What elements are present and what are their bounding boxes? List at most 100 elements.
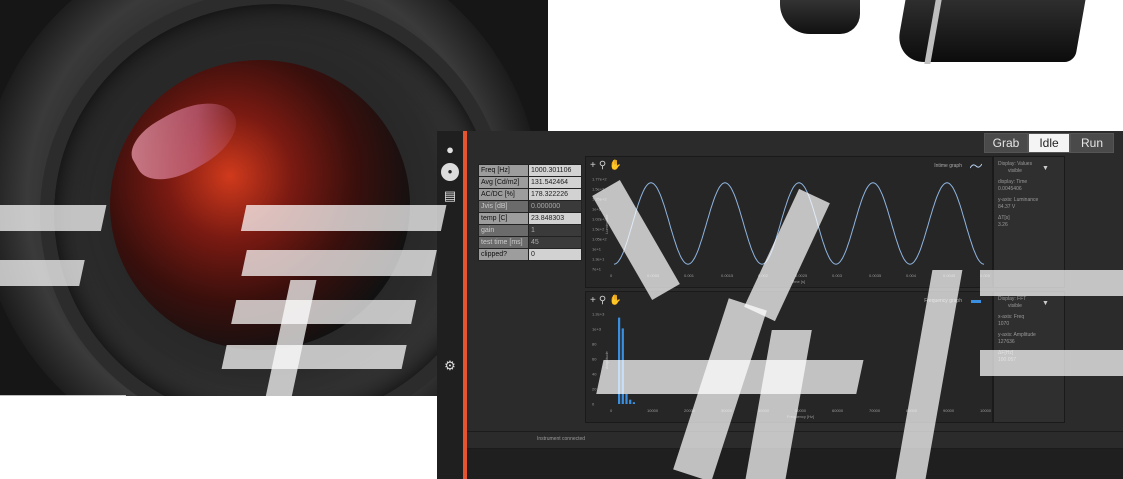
x-tick-label: 90000 <box>943 408 955 413</box>
table-row: Freq [Hz] 1000.301106 <box>478 164 582 177</box>
bottom-area <box>467 449 1123 479</box>
x-tick-label: 30000 <box>721 408 733 413</box>
camera-photo <box>770 0 1086 72</box>
spectrum-bar <box>621 328 624 404</box>
time-graph[interactable]: +⚲✋ Intime graph 1.77e+2 1.5e+2 1.25e+2 1e+… <box>585 156 993 288</box>
y-tick-label: 1.5e+2 <box>592 187 605 192</box>
measurement-label: temp [C] <box>478 212 529 225</box>
status-text: Instrument connected <box>537 436 586 442</box>
y-axis-label: Amplitude <box>604 350 609 369</box>
x-tick-label: 70000 <box>869 408 881 413</box>
lens-glass <box>110 60 410 350</box>
x-tick-label: 0.003 <box>832 273 843 278</box>
x-tick-label: 0.0025 <box>795 273 808 278</box>
idle-button[interactable]: Idle <box>1028 133 1070 153</box>
gear-icon[interactable]: ⚙ <box>441 357 459 375</box>
x-tick-label: 0.004 <box>906 273 917 278</box>
measurement-value: 45 <box>528 236 582 249</box>
chevron-down-icon[interactable]: ▼ <box>1042 165 1049 172</box>
display-label: Display: FFT <box>998 296 1027 302</box>
y-tick-label: 20 <box>592 387 597 392</box>
frequency-graph[interactable]: +⚲✋ Frequency graph 1.2e+3 1e+3 80 60 40 20 0 0… <box>585 291 993 423</box>
panel-icon[interactable]: ▤ <box>441 187 459 205</box>
y-tick-label: 0 <box>592 402 595 407</box>
cursor-value-3: 3.26 <box>998 222 1008 228</box>
x-tick-label: 0 <box>610 408 613 413</box>
table-row: clipped? 0 <box>478 248 582 261</box>
x-tick-label: 10000 <box>647 408 659 413</box>
avatar[interactable]: • <box>441 163 459 181</box>
measurement-label: gain <box>478 224 529 237</box>
x-axis-label: Frequency [Hz] <box>787 414 814 419</box>
y-tick-label: 1.2e+3 <box>592 312 605 317</box>
x-tick-label: 0.0005 <box>647 273 660 278</box>
measurement-label: Jvis [dB] <box>478 200 529 213</box>
x-tick-label: 0.0045 <box>943 273 956 278</box>
cursor-value-1: 1070 <box>998 321 1010 327</box>
y-tick-label: 7e+1 <box>592 267 602 272</box>
cursor-label-3: ΔT[s] <box>998 215 1010 221</box>
left-nav: ● • ▤ ⚙ <box>437 131 467 479</box>
spectrum-bar <box>629 399 632 404</box>
display-value[interactable]: visible <box>1008 168 1022 174</box>
measurement-value: 0 <box>528 248 582 261</box>
cursor-label-1: display: Time <box>998 179 1028 185</box>
cursor-value-2: 84.37 V <box>998 204 1016 210</box>
spectrum-bar <box>625 393 628 404</box>
frequency-plot: 1.2e+3 1e+3 80 60 40 20 0 0 10000 20000 30000 40000… <box>592 312 992 420</box>
measurement-label: test time [ms] <box>478 236 529 249</box>
display-value[interactable]: visible <box>1008 303 1022 309</box>
y-tick-label: 1e+1 <box>592 247 602 252</box>
measurement-label: AC/DC [%] <box>478 188 529 201</box>
table-row: temp [C] 23.848303 <box>478 212 582 225</box>
x-axis-label: Time [s] <box>791 279 805 284</box>
series-line <box>613 182 985 265</box>
cursor-value-3: 100.057 <box>998 357 1017 363</box>
y-tick-label: 1.77e+2 <box>592 177 607 182</box>
measurement-label: Freq [Hz] <box>478 164 529 177</box>
cursor-value-1: 0.0045406 <box>998 186 1022 192</box>
x-tick-label: 0.0035 <box>869 273 882 278</box>
camera-thread <box>780 0 860 34</box>
cursor-label-3: ΔF[Hz] <box>998 350 1014 356</box>
grab-button[interactable]: Grab <box>984 133 1028 153</box>
spectrum-bar <box>618 317 621 404</box>
camera-main-body <box>894 0 1086 62</box>
x-tick-label: 60000 <box>832 408 844 413</box>
toolbar: Grab Idle Run <box>467 131 1123 153</box>
measurement-value: 178.322226 <box>528 188 582 201</box>
y-tick-label: 1.05e+2 <box>592 237 607 242</box>
cursor-label-2: y-axis: Luminance <box>998 197 1039 203</box>
x-tick-label: 50000 <box>795 408 807 413</box>
status-bar: Instrument connected <box>467 431 1123 449</box>
info-icon[interactable]: ● <box>441 141 459 159</box>
y-tick-label: 60 <box>592 357 597 362</box>
table-row: Avg [Cd/m2] 131.542464 <box>478 176 582 189</box>
x-tick-label: 0 <box>610 273 613 278</box>
y-axis-label: Luminance <box>604 214 609 234</box>
x-tick-label: 40000 <box>758 408 770 413</box>
table-row: test time [ms] 45 <box>478 236 582 249</box>
cursor-label-1: x-axis: Freq <box>998 314 1025 320</box>
cursor-value-2: 127636 <box>998 339 1015 345</box>
chevron-down-icon[interactable]: ▼ <box>1042 300 1049 307</box>
x-tick-label: 0.005 <box>980 273 991 278</box>
x-tick-label: 0.002 <box>758 273 769 278</box>
y-tick-label: 40 <box>592 372 597 377</box>
measurement-value: 1 <box>528 224 582 237</box>
display-label: Display: Values <box>998 161 1033 167</box>
y-tick-label: 1.3e+1 <box>592 257 605 262</box>
y-tick-label: 1e+2 <box>592 207 602 212</box>
measurement-value: 23.848303 <box>528 212 582 225</box>
x-tick-label: 0.001 <box>684 273 695 278</box>
measurement-value: 131.542464 <box>528 176 582 189</box>
spectrum-bar <box>632 402 635 404</box>
measurements-table: Freq [Hz] 1000.301106 Avg [Cd/m2] 131.54246… <box>478 164 582 261</box>
x-tick-label: 10000 <box>980 408 992 413</box>
measurement-label: Avg [Cd/m2] <box>478 176 529 189</box>
run-button[interactable]: Run <box>1070 133 1114 153</box>
cursor-label-2: y-axis: Amplitude <box>998 332 1036 338</box>
measurement-label: clipped? <box>478 248 529 261</box>
x-tick-label: 0.0015 <box>721 273 734 278</box>
freq-side-panel: Display: FFT visible ▼ x-axis: Freq 1070… <box>993 291 1065 423</box>
